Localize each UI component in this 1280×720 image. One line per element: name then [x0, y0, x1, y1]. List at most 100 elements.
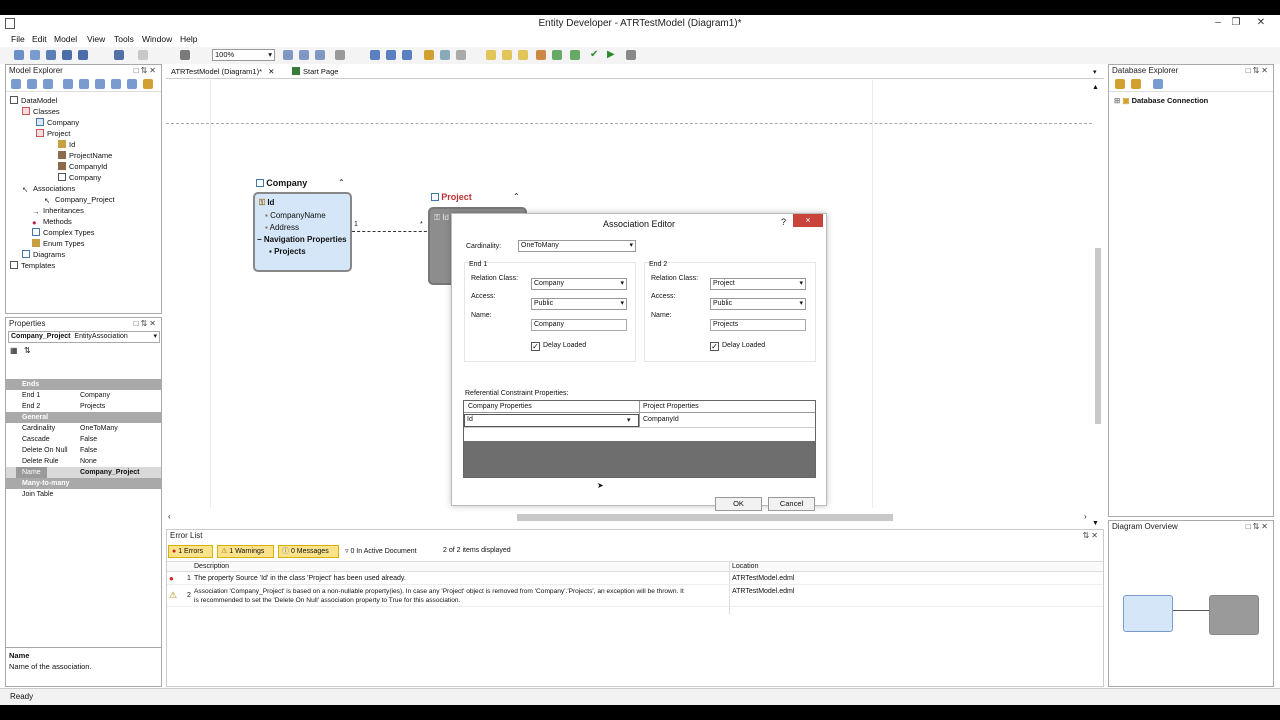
prop-row-name[interactable]: Name Company_Project [6, 467, 161, 478]
tab-start-page[interactable]: Start Page [292, 67, 338, 76]
save-all-icon[interactable] [78, 50, 88, 60]
menu-window[interactable]: Window [142, 34, 172, 44]
refresh-icon[interactable] [1153, 79, 1163, 89]
add-inheritance-icon[interactable] [440, 50, 450, 60]
scrollbar-thumb[interactable] [1095, 248, 1101, 424]
menu-edit[interactable]: Edit [32, 34, 47, 44]
tree-nav-company[interactable]: Company [58, 173, 101, 182]
collapse-entity-icon[interactable]: ⌃ [513, 192, 520, 201]
sort-alpha-icon[interactable]: ⇅ [24, 346, 31, 355]
zoom-in-icon[interactable] [283, 50, 293, 60]
tree-project[interactable]: Project [36, 129, 70, 138]
add-association-icon[interactable] [424, 50, 434, 60]
scroll-left-icon[interactable]: ‹ [168, 512, 171, 521]
tree-datamodel[interactable]: DataModel [10, 96, 57, 105]
add-method-icon[interactable] [456, 50, 466, 60]
prop-row-end1[interactable]: End 1 Company [6, 390, 161, 401]
project-id-row[interactable]: ⚿ Id [434, 213, 449, 223]
grid-cell-project[interactable]: CompanyId [643, 416, 679, 423]
grid-cell-company[interactable]: Id ▾ [464, 414, 639, 427]
expand-icon[interactable] [63, 79, 73, 89]
zoom-select[interactable]: 100% ▾ [212, 49, 275, 61]
table-row[interactable]: ⚠ 2 Association 'Company_Project' is bas… [167, 586, 1103, 607]
validate-icon[interactable]: ✔ [590, 49, 598, 60]
chevron-down-icon[interactable]: ▾ [627, 416, 631, 424]
end1-relation-select[interactable]: Company ▾ [531, 278, 627, 290]
new-icon[interactable] [14, 50, 24, 60]
end2-access-select[interactable]: Public ▾ [710, 298, 806, 310]
panel-controls-icon[interactable]: □⇅✕ [134, 65, 158, 77]
fit-icon[interactable] [180, 50, 190, 60]
open-icon[interactable] [30, 50, 40, 60]
collapse-entity-icon[interactable]: ⌃ [338, 178, 345, 187]
back-icon[interactable] [95, 79, 105, 89]
tree-prop-projectname[interactable]: ProjectName [58, 151, 112, 160]
company-address-row[interactable]: ▪ Address [265, 223, 299, 232]
prop-row-join-table[interactable]: Join Table [6, 489, 161, 500]
redo-icon[interactable] [138, 50, 148, 60]
menu-tools[interactable]: Tools [114, 34, 134, 44]
ok-button[interactable]: OK [715, 497, 762, 511]
dialog-close-button[interactable]: × [793, 214, 823, 227]
end1-name-input[interactable]: Company [531, 319, 627, 331]
panel-controls-icon[interactable]: ⇅✕ [1083, 530, 1100, 542]
end1-delay-checkbox[interactable]: ✓ [531, 342, 540, 351]
active-doc-filter[interactable]: ▿ 0 In Active Document [345, 547, 417, 555]
entity-company-header[interactable]: Company [256, 178, 307, 188]
prop-row-delete-on-null[interactable]: Delete On Null False [6, 445, 161, 456]
options-icon[interactable] [143, 79, 153, 89]
scrollbar-thumb[interactable] [517, 514, 893, 521]
zoom-out-icon[interactable] [299, 50, 309, 60]
add-complex-icon[interactable] [402, 50, 412, 60]
tree-prop-id[interactable]: Id [58, 140, 75, 149]
minimize-icon[interactable]: – [1211, 17, 1225, 29]
tree-templates[interactable]: Templates [10, 261, 55, 270]
add-folder-icon[interactable] [502, 50, 512, 60]
scroll-up-icon[interactable]: ▲ [1092, 84, 1099, 91]
tree-classes[interactable]: Classes [22, 107, 60, 116]
add-enum-icon[interactable] [386, 50, 396, 60]
cancel-button[interactable]: Cancel [768, 497, 815, 511]
panel-controls-icon[interactable]: □⇅✕ [1246, 521, 1270, 533]
collapse-icon[interactable] [79, 79, 89, 89]
prop-row-cascade[interactable]: Cascade False [6, 434, 161, 445]
close-tab-icon[interactable]: ✕ [268, 67, 274, 76]
generate-icon[interactable] [536, 50, 546, 60]
menu-help[interactable]: Help [180, 34, 197, 44]
horizontal-scrollbar[interactable]: ‹ › [166, 512, 1096, 522]
add-class-icon[interactable] [370, 50, 380, 60]
tab-diagram[interactable]: ATRTestModel (Diagram1)* ✕ [171, 67, 274, 76]
undo-icon[interactable] [114, 50, 124, 60]
settings-icon[interactable] [626, 50, 636, 60]
edit-connection-icon[interactable] [1131, 79, 1141, 89]
tree-inheritances[interactable]: → Inheritances [32, 206, 84, 216]
end2-delay-checkbox[interactable]: ✓ [710, 342, 719, 351]
sort-categorized-icon[interactable]: ▦ [10, 346, 18, 355]
delete-icon[interactable] [43, 79, 53, 89]
table-row[interactable]: ● 1 The property Source 'Id' in the clas… [167, 573, 1103, 585]
cardinality-select[interactable]: OneToMany ▾ [518, 240, 636, 252]
layout-icon[interactable] [335, 50, 345, 60]
tree-enum-types[interactable]: Enum Types [32, 239, 85, 248]
save-icon[interactable] [62, 50, 72, 60]
prop-row-end2[interactable]: End 2 Projects [6, 401, 161, 412]
menu-view[interactable]: View [87, 34, 105, 44]
add-connection-icon[interactable] [1115, 79, 1125, 89]
entity-company[interactable]: ⚿ Id ▪ CompanyName ▪ Address − Navigatio… [253, 192, 352, 272]
close-window-icon[interactable]: ✕ [1254, 17, 1268, 29]
prop-row-cardinality[interactable]: Cardinality OneToMany [6, 423, 161, 434]
forward-icon[interactable] [111, 79, 121, 89]
help-button[interactable]: ? [781, 217, 786, 227]
tree-company-project[interactable]: ↖ Company_Project [44, 195, 115, 205]
sync-icon[interactable] [570, 50, 580, 60]
add-note-icon[interactable] [486, 50, 496, 60]
object-selector[interactable]: Company_Project EntityAssociation ▾ [8, 331, 160, 343]
tree-prop-companyid[interactable]: CompanyId [58, 162, 107, 171]
warnings-filter-button[interactable]: ⚠ 1 Warnings [217, 545, 274, 558]
tree-methods[interactable]: ● Methods [32, 217, 72, 227]
tab-menu-icon[interactable]: ▾ [1093, 68, 1097, 76]
menu-file[interactable]: File [11, 34, 25, 44]
menu-model[interactable]: Model [54, 34, 77, 44]
column-description[interactable]: Description [194, 563, 229, 570]
company-id-row[interactable]: ⚿ Id [259, 198, 274, 208]
